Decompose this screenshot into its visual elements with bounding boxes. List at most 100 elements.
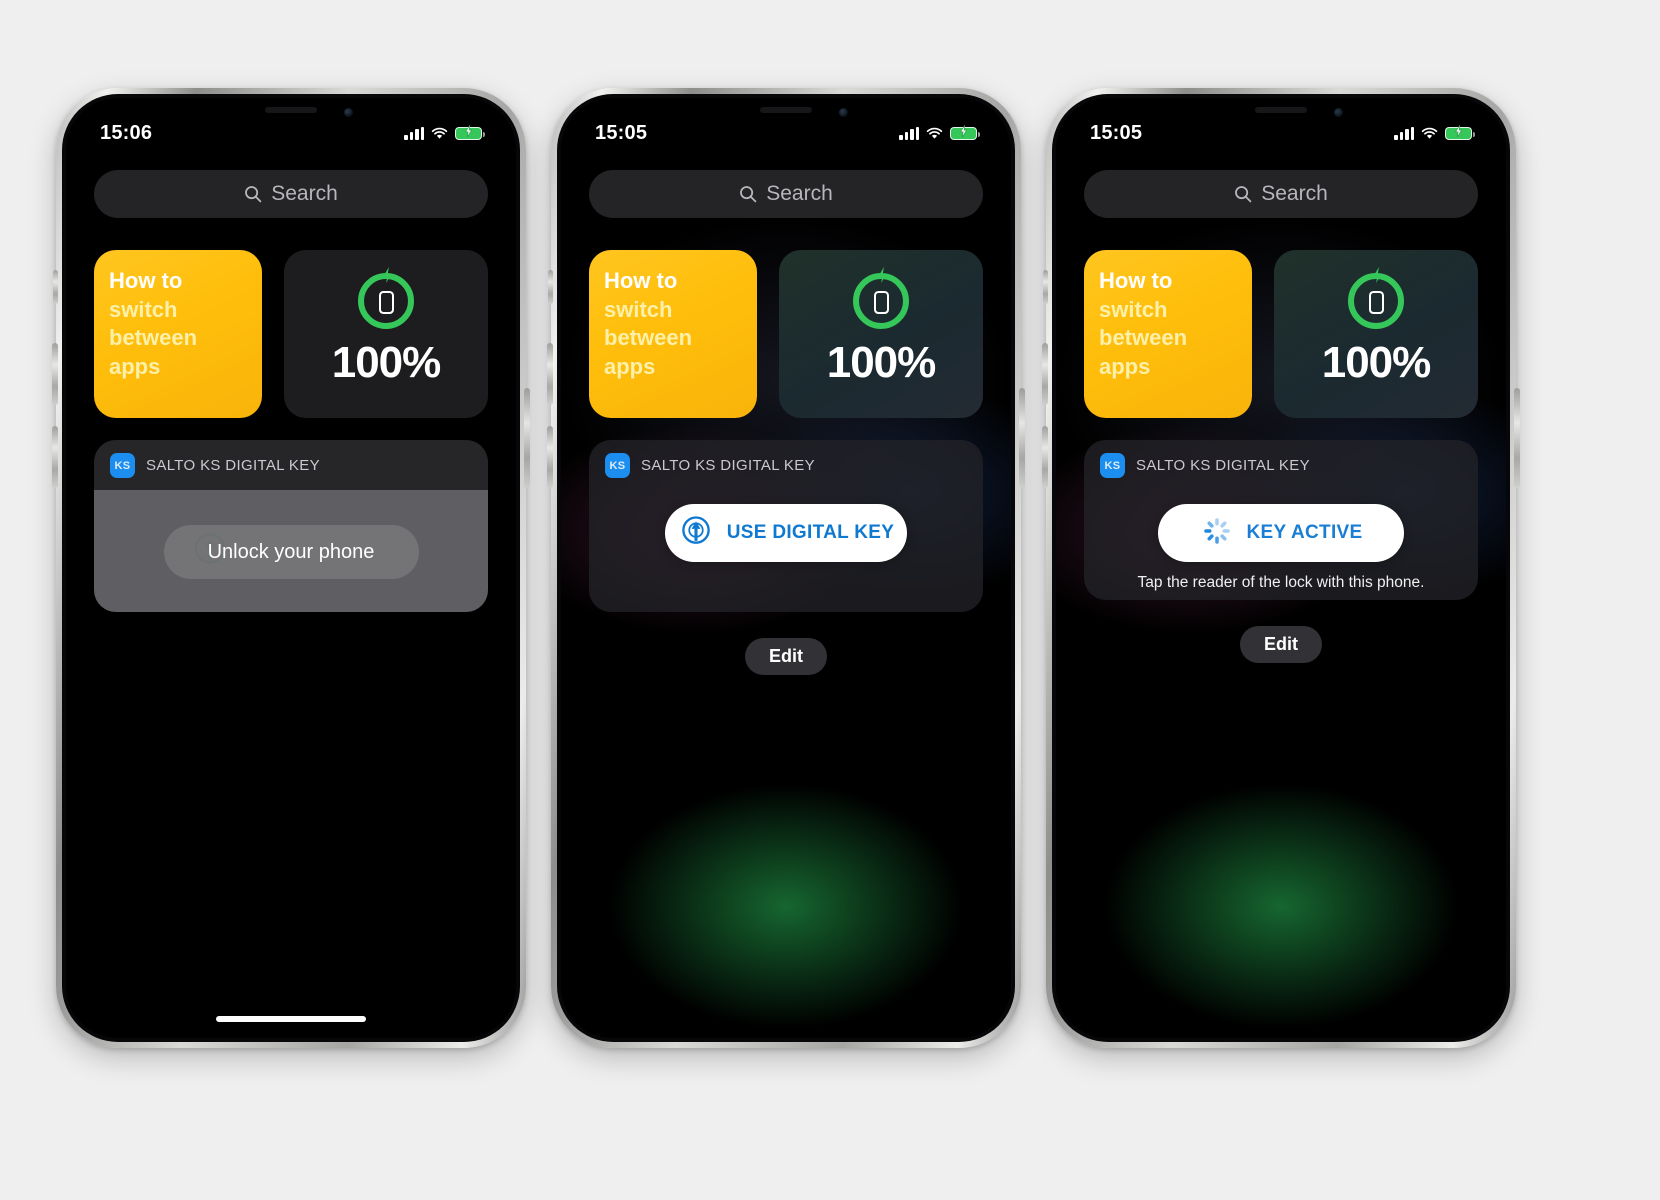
- volume-up-button[interactable]: [547, 343, 553, 405]
- silence-switch[interactable]: [53, 270, 58, 304]
- phone-screen: 15:05 Search How to switch between apps …: [1056, 98, 1506, 1038]
- widget-row: How to switch between apps 100%: [589, 250, 983, 418]
- notch: [211, 98, 371, 128]
- salto-widget[interactable]: KS SALTO KS DIGITAL KEY: [589, 440, 983, 612]
- earpiece-speaker: [1255, 107, 1307, 113]
- salto-widget-header: KS SALTO KS DIGITAL KEY: [589, 440, 983, 478]
- phone-charging-ring-icon: [353, 266, 419, 332]
- use-digital-key-button[interactable]: USE DIGITAL KEY: [665, 504, 907, 562]
- widget-row: How to switch between apps 100%: [1084, 250, 1478, 418]
- phone-screen: 15:05 Search How to switch between apps …: [561, 98, 1011, 1038]
- search-icon: [739, 185, 757, 203]
- status-indicators: [404, 124, 485, 140]
- edit-row: Edit: [1084, 626, 1478, 663]
- front-camera-icon: [1334, 108, 1343, 117]
- salto-app-icon: KS: [110, 453, 135, 478]
- tips-line-1: How to: [1099, 268, 1173, 293]
- phone-screen: 15:06 Search How to switch between apps …: [66, 98, 516, 1038]
- volume-down-button[interactable]: [1042, 426, 1048, 488]
- salto-widget-title: SALTO KS DIGITAL KEY: [641, 457, 815, 474]
- key-active-hint: Tap the reader of the lock with this pho…: [1137, 574, 1425, 591]
- notch: [706, 98, 866, 128]
- tips-line-1: How to: [109, 268, 183, 293]
- volume-up-button[interactable]: [1042, 343, 1048, 405]
- battery-charging-icon: [1445, 124, 1475, 140]
- battery-widget[interactable]: 100%: [1274, 250, 1478, 418]
- salto-widget-body: KEY ACTIVE Tap the reader of the lock wi…: [1084, 478, 1478, 592]
- search-placeholder: Search: [766, 182, 833, 205]
- tips-line-4: apps: [109, 353, 161, 379]
- power-button[interactable]: [1019, 388, 1025, 488]
- widget-stack: How to switch between apps 100% KS SALTO…: [589, 250, 983, 675]
- salto-widget-header: KS SALTO KS DIGITAL KEY: [94, 440, 488, 478]
- silence-switch[interactable]: [1043, 270, 1048, 304]
- status-clock: 15:05: [1090, 121, 1143, 144]
- front-camera-icon: [839, 108, 848, 117]
- widget-row: How to switch between apps 100%: [94, 250, 488, 418]
- phone-charging-ring-icon: [848, 266, 914, 332]
- edit-button[interactable]: Edit: [745, 638, 827, 675]
- search-bar[interactable]: Search: [94, 170, 488, 218]
- battery-charging-icon: [455, 124, 485, 140]
- salto-widget[interactable]: KS SALTO KS DIGITAL KEY: [1084, 440, 1478, 600]
- tips-line-1: How to: [604, 268, 678, 293]
- status-indicators: [899, 124, 980, 142]
- spinner-icon: [1200, 514, 1234, 553]
- phone-bezel: 15:05 Search How to switch between apps …: [1052, 94, 1510, 1042]
- use-digital-key-label: USE DIGITAL KEY: [726, 522, 895, 543]
- earpiece-speaker: [760, 107, 812, 113]
- unlock-phone-button[interactable]: Unlock your phone: [163, 525, 419, 579]
- phone-charging-ring-icon: [1343, 266, 1409, 332]
- home-indicator[interactable]: [216, 1016, 366, 1022]
- edit-button[interactable]: Edit: [1240, 626, 1322, 663]
- widget-stack: How to switch between apps 100% KS SALTO…: [94, 250, 488, 612]
- status-indicators: [1394, 124, 1475, 140]
- key-active-label: KEY ACTIVE: [1246, 522, 1363, 543]
- wifi-icon: [431, 127, 448, 140]
- volume-down-button[interactable]: [547, 426, 553, 488]
- charging-bolt-icon: [959, 124, 968, 142]
- salto-widget[interactable]: KS SALTO KS DIGITAL KEY: [94, 440, 488, 612]
- salto-app-icon: KS: [1100, 453, 1125, 478]
- phone-bezel: 15:06 Search How to switch between apps …: [62, 94, 520, 1042]
- phone-use-key: 15:05 Search How to switch between apps …: [547, 88, 1025, 1048]
- power-button[interactable]: [1514, 388, 1520, 488]
- unlock-phone-label: Unlock your phone: [207, 540, 375, 563]
- battery-percent: 100%: [826, 338, 937, 387]
- front-camera-icon: [344, 108, 353, 117]
- signal-bars-icon: [404, 126, 424, 140]
- battery-widget[interactable]: 100%: [284, 250, 488, 418]
- salto-widget-body: USE DIGITAL KEY: [589, 478, 983, 562]
- phone-locked: 15:06 Search How to switch between apps …: [52, 88, 530, 1048]
- tips-widget[interactable]: How to switch between apps: [589, 250, 757, 418]
- volume-down-button[interactable]: [52, 426, 58, 488]
- phone-bezel: 15:05 Search How to switch between apps …: [557, 94, 1015, 1042]
- silence-switch[interactable]: [548, 270, 553, 304]
- tips-widget[interactable]: How to switch between apps: [94, 250, 262, 418]
- tips-line-4: apps: [1099, 353, 1151, 379]
- edit-row: Edit: [589, 638, 983, 675]
- volume-up-button[interactable]: [52, 343, 58, 405]
- screenshot-stage: 15:06 Search How to switch between apps …: [0, 0, 1660, 1200]
- key-active-button[interactable]: KEY ACTIVE: [1158, 504, 1404, 562]
- tips-widget[interactable]: How to switch between apps: [1084, 250, 1252, 418]
- search-bar[interactable]: Search: [1084, 170, 1478, 218]
- search-placeholder: Search: [271, 182, 338, 205]
- power-button[interactable]: [524, 388, 530, 488]
- wifi-icon: [926, 127, 943, 140]
- widget-stack: How to switch between apps 100% KS SALTO…: [1084, 250, 1478, 663]
- tips-line-3: between: [109, 325, 198, 351]
- battery-widget[interactable]: 100%: [779, 250, 983, 418]
- search-placeholder: Search: [1261, 182, 1328, 205]
- salto-widget-title: SALTO KS DIGITAL KEY: [1136, 457, 1310, 474]
- salto-widget-header: KS SALTO KS DIGITAL KEY: [1084, 440, 1478, 478]
- tips-line-2: switch: [109, 296, 178, 322]
- search-bar[interactable]: Search: [589, 170, 983, 218]
- wifi-icon: [1421, 127, 1438, 140]
- tips-line-3: between: [1099, 325, 1188, 351]
- phone-key-active: 15:05 Search How to switch between apps …: [1042, 88, 1520, 1048]
- status-clock: 15:06: [100, 121, 153, 144]
- search-icon: [244, 185, 262, 203]
- tips-line-2: switch: [1099, 296, 1168, 322]
- battery-charging-icon: [950, 124, 980, 142]
